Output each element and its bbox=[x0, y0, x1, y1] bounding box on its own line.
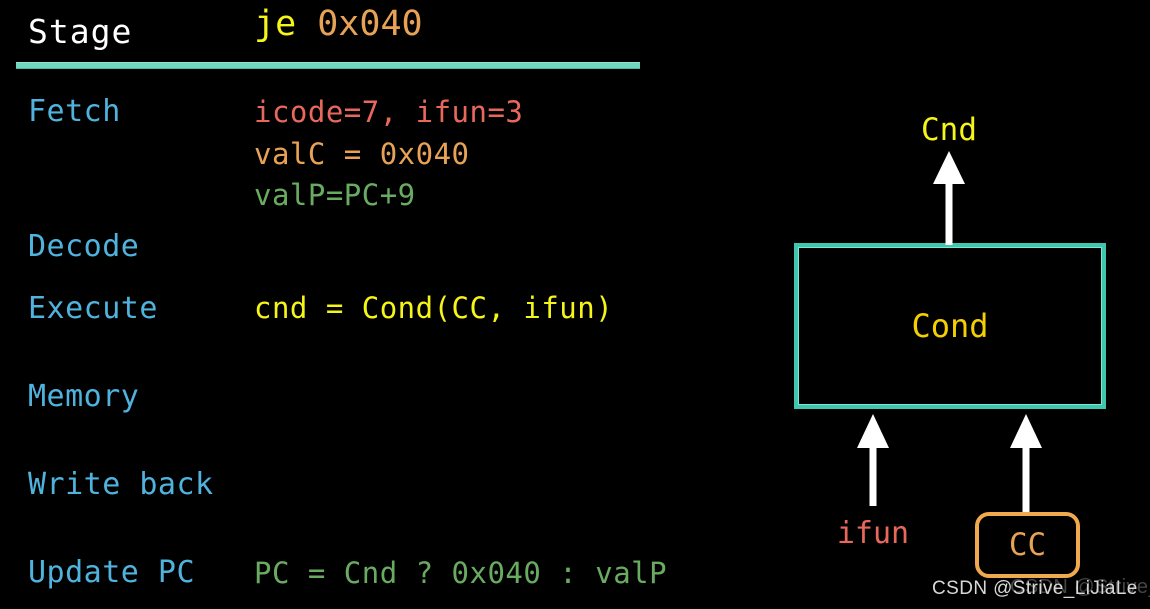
update-pc-line-1: PC = Cnd ? 0x040 : valP bbox=[254, 556, 668, 590]
arrow-up-icon-output bbox=[933, 151, 965, 245]
stage-label-fetch: Fetch bbox=[28, 94, 121, 129]
stage-label-execute: Execute bbox=[28, 291, 158, 326]
fetch-line-2: valC = 0x040 bbox=[254, 137, 470, 171]
cond-unit-label: Cond bbox=[911, 307, 989, 345]
ifun-input-label: ifun bbox=[836, 516, 910, 551]
fetch-line-3: valP=PC+9 bbox=[254, 178, 416, 212]
cnd-output-label: Cnd bbox=[921, 112, 977, 148]
cc-register-label: CC bbox=[1008, 527, 1047, 563]
stage-label-decode: Decode bbox=[28, 229, 140, 264]
stage-label-memory: Memory bbox=[28, 379, 140, 414]
header-divider bbox=[16, 62, 640, 69]
stage-column-header: Stage bbox=[28, 12, 133, 51]
arrow-up-icon-cc bbox=[1010, 414, 1042, 512]
arrow-up-icon-ifun bbox=[857, 414, 889, 506]
instruction-operand: 0x040 bbox=[317, 4, 423, 44]
stage-label-update-pc: Update PC bbox=[28, 555, 196, 590]
instruction-opcode: je bbox=[254, 4, 297, 44]
fetch-line-1: icode=7, ifun=3 bbox=[254, 95, 524, 129]
watermark: CSDN @Strive_LiJiaLe bbox=[932, 578, 1138, 599]
stage-label-write-back: Write back bbox=[28, 467, 214, 502]
instruction-header: je 0x040 bbox=[254, 4, 423, 44]
execute-line-1: cnd = Cond(CC, ifun) bbox=[254, 291, 614, 325]
slide-canvas: Stage je 0x040 Fetch Decode Execute Memo… bbox=[0, 0, 1150, 609]
